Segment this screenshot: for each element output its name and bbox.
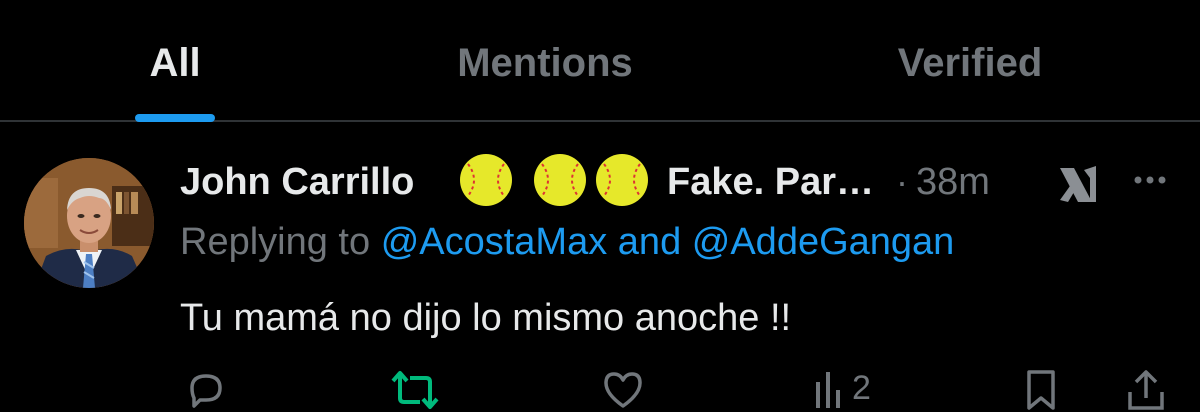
active-tab-indicator xyxy=(135,114,215,122)
tab-all[interactable]: All xyxy=(110,38,240,88)
softball-emoji-icon xyxy=(534,154,586,206)
views-icon xyxy=(816,372,840,408)
views-count: 2 xyxy=(852,369,871,407)
reply-button[interactable] xyxy=(184,368,228,412)
softball-emoji-icon xyxy=(596,154,648,206)
retweet-icon xyxy=(391,371,439,409)
author-name[interactable]: John Carrillo xyxy=(180,158,414,206)
mention-link-1[interactable]: @AcostaMax xyxy=(381,221,608,263)
replying-to-label: Replying to xyxy=(180,221,371,263)
tweet[interactable]: John Carrillo Fake. Par… · 38m Replying … xyxy=(0,122,1200,410)
notifications-tab-bar: All Mentions Verified xyxy=(0,0,1200,122)
tweet-text: Tu mamá no dijo lo mismo anoche !! xyxy=(180,297,792,339)
bookmark-icon xyxy=(1027,370,1055,410)
more-dots-icon[interactable] xyxy=(1130,160,1170,200)
heart-icon xyxy=(604,372,642,408)
timestamp[interactable]: 38m xyxy=(916,158,990,206)
tweet-header: John Carrillo Fake. Par… · 38m xyxy=(180,152,1180,208)
avatar[interactable] xyxy=(24,158,154,288)
softball-emoji-icon xyxy=(460,154,512,206)
retweet-button[interactable] xyxy=(390,368,440,412)
mention-conjunction[interactable]: and xyxy=(618,221,681,263)
separator-dot: · xyxy=(896,161,908,202)
reply-icon xyxy=(190,374,222,408)
bookmark-button[interactable] xyxy=(1022,368,1060,412)
share-icon xyxy=(1128,370,1164,410)
tweet-action-bar: 2 xyxy=(0,362,1200,410)
like-button[interactable] xyxy=(600,368,646,412)
share-button[interactable] xyxy=(1124,368,1168,412)
replying-to-line: Replying to @AcostaMax and @AddeGangan xyxy=(180,218,954,266)
mention-link-2[interactable]: @AddeGangan xyxy=(692,221,955,263)
author-name-suffix[interactable]: Fake. Par… xyxy=(667,158,874,206)
tab-verified[interactable]: Verified xyxy=(840,38,1100,88)
grok-icon[interactable] xyxy=(1054,160,1102,208)
tab-mentions[interactable]: Mentions xyxy=(420,38,670,88)
avatar-portrait xyxy=(24,158,154,288)
views-button[interactable]: 2 xyxy=(812,368,902,412)
